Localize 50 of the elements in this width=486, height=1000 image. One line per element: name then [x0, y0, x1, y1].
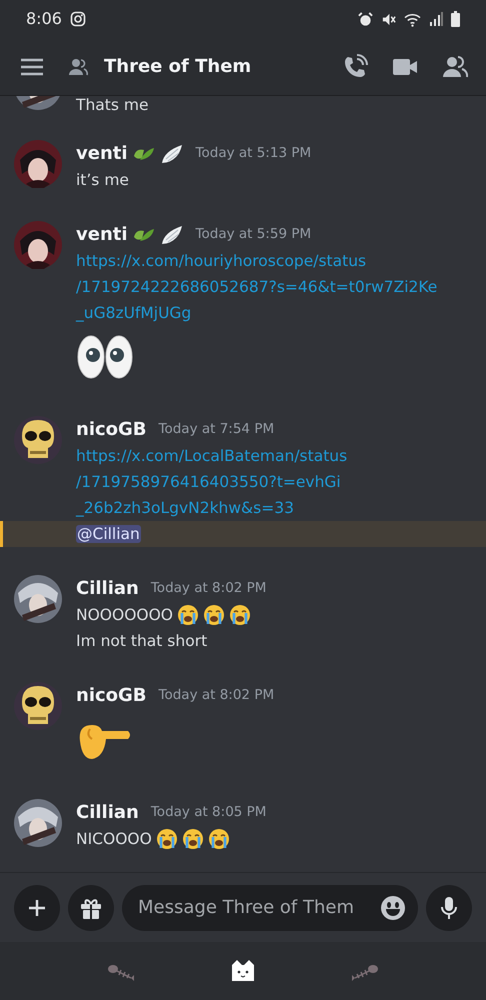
- gift-button[interactable]: [68, 884, 114, 930]
- message-link[interactable]: https://x.com/LocalBateman/status /1719758976416403550?t=evhGi _26b2zh3oLgvN2khw&s=33: [76, 443, 348, 521]
- message-time: Today at 8:02 PM: [150, 579, 266, 598]
- crying-face-icon: [229, 604, 251, 626]
- battery-icon: [451, 11, 460, 27]
- mute-icon: [381, 12, 396, 26]
- members-button[interactable]: [442, 54, 468, 78]
- message-time: Today at 5:59 PM: [196, 225, 312, 244]
- message-link[interactable]: https://x.com/houriyhoroscope/status /1719724222686052687?s=46&t=t0rw7Zi2Ke _uG8zUfMjUGg: [76, 248, 438, 326]
- username[interactable]: Cillian: [76, 799, 139, 826]
- username[interactable]: venti: [76, 221, 128, 248]
- message-text: NOOOOOOO: [76, 605, 173, 626]
- message-text: it’s me: [76, 171, 129, 189]
- signal-icon: [429, 12, 443, 26]
- cat-icon[interactable]: [230, 959, 256, 984]
- message-time: Today at 8:02 PM: [158, 686, 274, 706]
- username[interactable]: nicoGB: [76, 416, 147, 443]
- microphone-button[interactable]: [426, 884, 472, 930]
- microphone-icon[interactable]: [441, 896, 457, 920]
- wing-icon: [160, 224, 184, 246]
- wifi-icon: [404, 12, 421, 26]
- eyes-icon: [76, 334, 134, 380]
- username[interactable]: venti: [76, 140, 128, 167]
- username[interactable]: Cillian: [76, 575, 139, 602]
- alarm-icon: [358, 12, 373, 26]
- status-time: 8:06: [26, 8, 62, 30]
- message-time: Today at 7:54 PM: [158, 420, 274, 440]
- voice-call-button[interactable]: [342, 54, 368, 80]
- group-icon: [68, 58, 88, 76]
- user-mention[interactable]: @Cillian: [76, 525, 141, 543]
- message-time: Today at 8:05 PM: [150, 803, 266, 822]
- message-input[interactable]: Message Three of Them: [122, 884, 418, 930]
- skull-avatar[interactable]: [14, 416, 62, 464]
- crying-face-icon: [156, 828, 178, 850]
- plus-icon[interactable]: [27, 898, 47, 918]
- message-text: NICOOOO: [76, 829, 152, 850]
- message-text: Im not that short: [76, 632, 208, 650]
- crying-face-icon: [182, 828, 204, 850]
- username[interactable]: nicoGB: [76, 682, 147, 709]
- crying-face-icon: [208, 828, 230, 850]
- message-text: Thats me: [76, 96, 149, 114]
- crying-face-icon: [203, 604, 225, 626]
- emoji-icon[interactable]: [380, 894, 406, 920]
- channel-title: Three of Them: [104, 55, 252, 79]
- add-button[interactable]: [14, 884, 60, 930]
- message-time: Today at 5:13 PM: [196, 144, 312, 164]
- wing-icon: [160, 142, 184, 164]
- skull-avatar[interactable]: [14, 682, 62, 730]
- instagram-icon: [70, 11, 86, 27]
- crying-face-icon: [177, 604, 199, 626]
